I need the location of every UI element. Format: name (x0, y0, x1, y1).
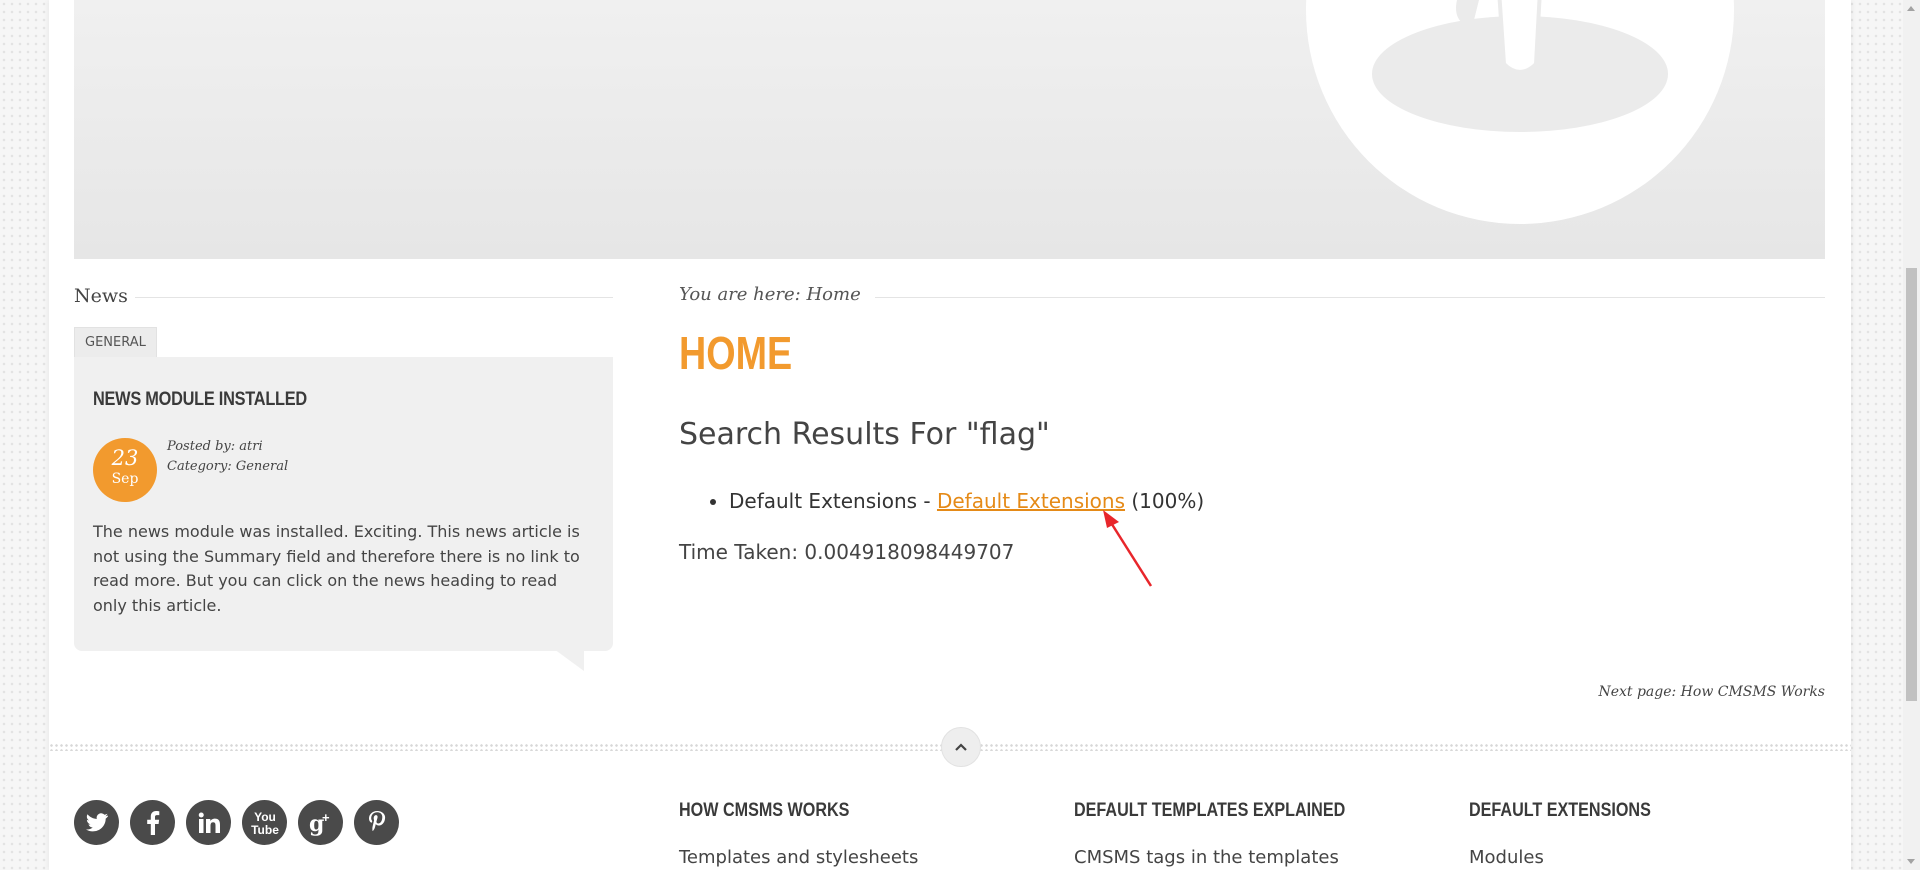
svg-text:Tube: Tube (251, 823, 279, 837)
social-links: You Tube g + (74, 800, 399, 845)
date-day: 23 (111, 446, 139, 470)
result-prefix: Default Extensions - (729, 489, 937, 513)
category-tag[interactable]: GENERAL (74, 327, 157, 358)
page-container: News GENERAL NEWS MODULE INSTALLED 23 Se… (49, 0, 1851, 870)
footer-link[interactable]: CMSMS tags in the templates (1074, 847, 1393, 868)
footer-column-heading: DEFAULT TEMPLATES EXPLAINED (1074, 800, 1346, 821)
svg-text:+: + (322, 810, 330, 825)
youtube-icon[interactable]: You Tube (242, 800, 287, 845)
search-results-heading: Search Results For "flag" (679, 417, 1050, 452)
vertical-scrollbar[interactable] (1903, 0, 1920, 870)
date-badge: 23 Sep (93, 438, 157, 502)
news-title-link[interactable]: NEWS MODULE INSTALLED (93, 389, 307, 411)
footer-column-default-templates: DEFAULT TEMPLATES EXPLAINED CMSMS tags i… (1074, 800, 1393, 868)
footer-column-heading: DEFAULT EXTENSIONS (1469, 800, 1651, 821)
next-page-link[interactable]: Next page: How CMSMS Works (1598, 684, 1825, 700)
breadcrumb-rule (875, 297, 1825, 298)
scroll-up-arrow-icon[interactable] (1907, 6, 1915, 11)
page-title: HOME (679, 327, 793, 379)
sidebar-heading: News (74, 285, 128, 307)
news-category: Category: General (167, 459, 289, 474)
cmsms-logo-graphic (1306, 0, 1734, 224)
header-banner (74, 0, 1825, 259)
breadcrumb: You are here: Home (679, 284, 861, 305)
chevron-up-icon (955, 743, 967, 751)
annotation-arrow-icon (1103, 510, 1153, 587)
footer-column-how-cmsms-works: HOW CMSMS WORKS Templates and stylesheet… (679, 800, 918, 868)
facebook-icon[interactable] (130, 800, 175, 845)
pinterest-icon[interactable] (354, 800, 399, 845)
svg-text:You: You (254, 810, 276, 824)
linkedin-icon[interactable] (186, 800, 231, 845)
date-month: Sep (111, 471, 139, 487)
back-to-top-button[interactable] (941, 727, 981, 767)
scrollbar-thumb[interactable] (1906, 268, 1917, 701)
footer-column-heading: HOW CMSMS WORKS (679, 800, 850, 821)
footer-link[interactable]: Modules (1469, 847, 1683, 868)
speech-tail (554, 649, 584, 671)
result-link[interactable]: Default Extensions (937, 489, 1125, 513)
footer-link[interactable]: Templates and stylesheets (679, 847, 918, 868)
scroll-down-arrow-icon[interactable] (1907, 859, 1915, 864)
sidebar-heading-rule (135, 297, 613, 298)
twitter-icon[interactable] (74, 800, 119, 845)
time-taken: Time Taken: 0.004918098449707 (679, 540, 1015, 564)
posted-by: Posted by: atri (167, 439, 263, 454)
google-plus-icon[interactable]: g + (298, 800, 343, 845)
footer-column-default-extensions: DEFAULT EXTENSIONS Modules (1469, 800, 1683, 868)
news-card: NEWS MODULE INSTALLED 23 Sep Posted by: … (74, 357, 613, 671)
news-body: The news module was installed. Exciting.… (93, 522, 580, 615)
